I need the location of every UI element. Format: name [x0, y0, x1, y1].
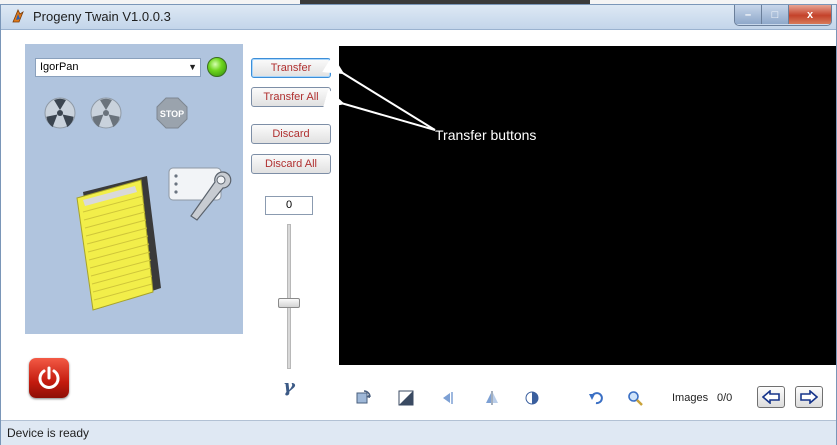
next-image-button[interactable] — [795, 386, 823, 408]
app-window: Progeny Twain V1.0.0.3 – □ x IgorPan ▼ S… — [0, 4, 837, 445]
gamma-slider-thumb[interactable] — [278, 298, 300, 309]
scanner-icon[interactable] — [65, 172, 165, 312]
scan-icon[interactable] — [43, 96, 77, 130]
images-count: 0/0 — [717, 392, 733, 404]
client-area: IgorPan ▼ STOP Transfer Transfer All Dis… — [1, 30, 836, 420]
annotation-label: Transfer buttons — [435, 127, 537, 143]
status-led-icon — [207, 57, 227, 77]
flip-horizontal-icon[interactable] — [439, 389, 457, 407]
gamma-slider-track[interactable] — [287, 224, 291, 369]
annotation-arrows — [322, 55, 436, 131]
minimize-button[interactable]: – — [735, 5, 761, 24]
previous-image-button[interactable] — [757, 386, 785, 408]
power-button[interactable] — [29, 358, 69, 398]
images-label: Images — [672, 392, 709, 404]
gamma-value[interactable]: 0 — [265, 196, 313, 215]
device-select-value: IgorPan — [40, 61, 79, 73]
status-bar: Device is ready — [1, 420, 836, 445]
maximize-button[interactable]: □ — [761, 5, 788, 24]
svg-text:STOP: STOP — [160, 109, 184, 119]
close-button[interactable]: x — [788, 5, 831, 24]
scan-preview-icon[interactable] — [89, 96, 123, 130]
rotate-icon[interactable] — [354, 389, 372, 407]
undo-icon[interactable] — [587, 389, 605, 407]
contrast-icon[interactable] — [397, 389, 415, 407]
transfer-all-button[interactable]: Transfer All — [251, 87, 331, 107]
arrow-right-icon — [800, 390, 818, 404]
device-panel: IgorPan ▼ STOP — [25, 44, 243, 334]
power-icon — [38, 366, 60, 389]
title-bar: Progeny Twain V1.0.0.3 – □ x — [1, 5, 836, 30]
gamma-symbol: γ — [283, 376, 295, 397]
window-title: Progeny Twain V1.0.0.3 — [33, 9, 171, 24]
app-icon — [10, 8, 26, 24]
arrow-left-icon — [762, 390, 780, 404]
transfer-button[interactable]: Transfer — [251, 58, 331, 78]
settings-wrench-icon[interactable] — [165, 162, 235, 222]
stop-icon[interactable]: STOP — [155, 96, 189, 130]
zoom-icon[interactable] — [626, 389, 644, 407]
status-text: Device is ready — [7, 426, 90, 440]
window-controls: – □ x — [734, 5, 832, 26]
discard-button[interactable]: Discard — [251, 124, 331, 144]
brightness-icon[interactable] — [523, 389, 541, 407]
dropdown-arrow-icon: ▼ — [188, 62, 197, 72]
discard-all-button[interactable]: Discard All — [251, 154, 331, 174]
mirror-icon[interactable] — [483, 389, 501, 407]
device-select[interactable]: IgorPan ▼ — [35, 58, 201, 77]
